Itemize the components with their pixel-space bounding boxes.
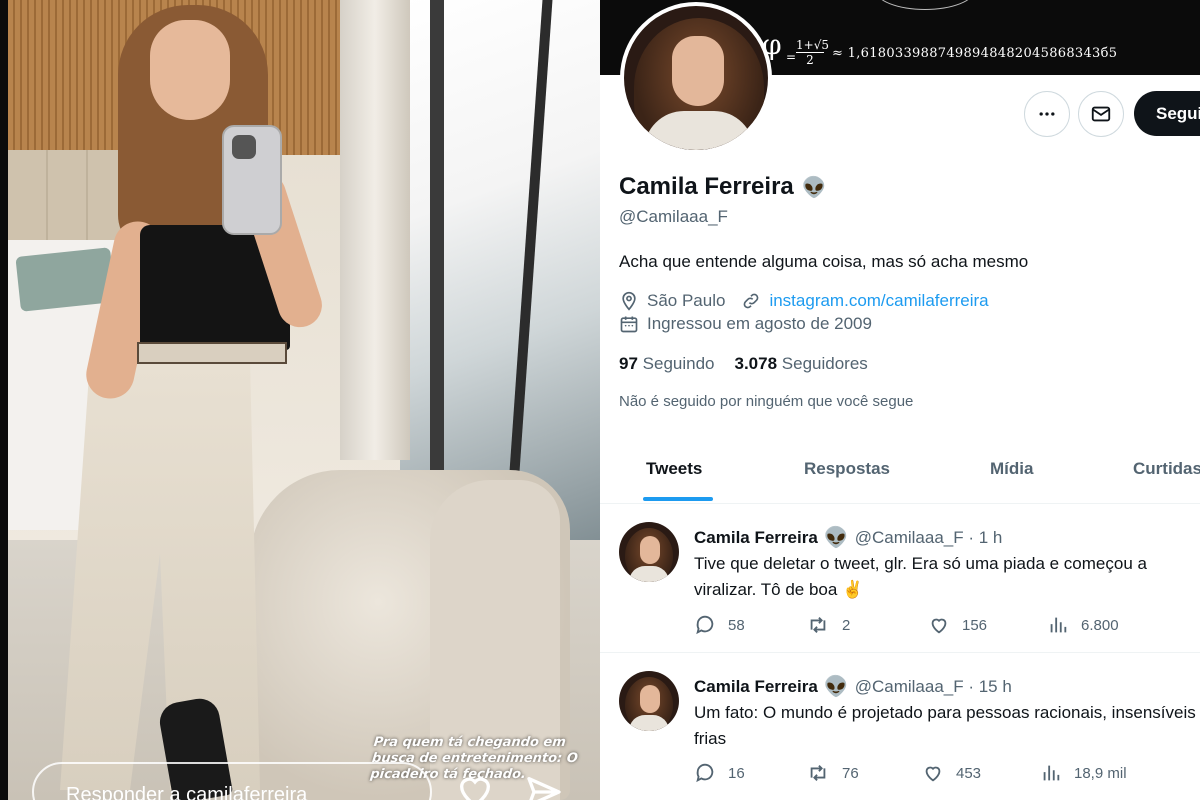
like-count: 156 xyxy=(962,616,988,634)
view-count: 6.800 xyxy=(1081,616,1119,634)
reply-button[interactable]: 16 xyxy=(694,762,806,784)
mail-icon xyxy=(1091,106,1111,122)
profile-meta-row: São Paulo instagram.com/camilaferreira xyxy=(619,291,989,311)
banner-fraction: 1+√5 2 xyxy=(796,38,829,67)
tweet[interactable]: Camila Ferreira 👽 @Camilaaa_F · 15 h Um … xyxy=(600,654,1200,800)
tweet-text: Tive que deletar o tweet, glr. Era só um… xyxy=(694,554,1147,599)
tweet-avatar[interactable] xyxy=(619,522,679,582)
calendar-icon xyxy=(620,316,638,333)
retweet-button[interactable]: 76 xyxy=(806,762,922,784)
tweet-author-name[interactable]: Camila Ferreira xyxy=(694,677,818,697)
tweet-avatar[interactable] xyxy=(619,671,679,731)
followers-label: Seguidores xyxy=(781,354,868,373)
instagram-story: Pra quem tá chegando em busca de entrete… xyxy=(0,0,600,800)
active-tab-indicator xyxy=(643,497,713,501)
banner-denominator: 2 xyxy=(806,53,814,67)
person-face xyxy=(150,20,230,120)
twitter-profile: φ = 1+√5 2 ≈ 1,6180339887498948482045868… xyxy=(600,0,1200,800)
location-icon xyxy=(622,291,636,311)
retweet-count: 2 xyxy=(842,616,851,634)
views-icon xyxy=(1050,617,1067,633)
profile-bio: Acha que entende alguma coisa, mas só ac… xyxy=(619,252,1029,271)
heart-icon xyxy=(931,618,947,634)
tab-media[interactable]: Mídia xyxy=(990,459,1033,479)
heart-icon xyxy=(925,766,941,782)
retweet-button[interactable]: 2 xyxy=(806,614,928,636)
followed-by-note: Não é seguido por ninguém que você segue xyxy=(619,393,914,410)
curtain xyxy=(340,0,410,460)
story-reply-placeholder: Responder a camilaferreira xyxy=(66,784,308,800)
tab-replies[interactable]: Respostas xyxy=(804,459,890,479)
phone-camera xyxy=(232,135,256,159)
avatar-face xyxy=(640,685,660,713)
following-link[interactable]: 97 Seguindo xyxy=(619,354,715,374)
message-button[interactable] xyxy=(1078,91,1124,137)
profile-handle: @Camilaaa_F xyxy=(619,207,728,226)
window-frame xyxy=(430,0,444,470)
like-button[interactable]: 453 xyxy=(922,762,1040,784)
tweet-header: Camila Ferreira 👽 @Camilaaa_F · 15 h xyxy=(694,674,1012,699)
like-count: 453 xyxy=(956,764,982,782)
banner-equals: = xyxy=(786,50,797,64)
display-name: Camila Ferreira 👽 xyxy=(619,173,827,201)
link-icon xyxy=(744,293,759,309)
followers-link[interactable]: 3.078 Seguidores xyxy=(735,354,868,374)
tweet-handle-time: @Camilaaa_F · 15 h xyxy=(854,676,1012,696)
tab-tweets[interactable]: Tweets xyxy=(646,459,702,479)
following-label: Seguindo xyxy=(642,354,715,373)
tweet-actions: 16 76 453 18,9 mil xyxy=(694,762,1127,784)
reply-icon xyxy=(696,615,714,635)
like-button[interactable]: 156 xyxy=(928,614,1047,636)
profile-tabs: Tweets Respostas Mídia Curtidas xyxy=(600,442,1200,504)
profile-joined: Ingressou em agosto de 2009 xyxy=(647,314,872,333)
alien-emoji: 👽 xyxy=(823,527,849,549)
heart-icon[interactable] xyxy=(455,770,495,800)
tweet-text: Um fato: O mundo é projetado para pessoa… xyxy=(694,703,1200,748)
banner-value: ≈ 1,6180339887498948482045868343б5 xyxy=(832,46,1118,61)
banner-numerator: 1+√5 xyxy=(796,38,829,53)
retweet-icon xyxy=(810,765,826,781)
alien-emoji: 👽 xyxy=(823,676,849,698)
alien-emoji: 👽 xyxy=(801,176,827,199)
views-icon xyxy=(1043,765,1060,781)
retweet-count: 76 xyxy=(842,764,859,782)
reply-count: 58 xyxy=(728,616,745,634)
avatar-face xyxy=(672,36,724,106)
profile-website-link[interactable]: instagram.com/camilaferreira xyxy=(769,291,988,311)
retweet-icon xyxy=(810,617,826,633)
view-count: 18,9 mil xyxy=(1074,764,1127,782)
profile-location: São Paulo xyxy=(647,291,726,310)
send-icon[interactable] xyxy=(522,772,566,800)
avatar-face xyxy=(640,536,660,564)
following-count: 97 xyxy=(619,354,638,373)
followers-count: 3.078 xyxy=(734,354,778,373)
reply-count: 16 xyxy=(728,764,745,782)
views-button[interactable]: 6.800 xyxy=(1047,614,1119,636)
tweet-author-name[interactable]: Camila Ferreira xyxy=(694,528,818,548)
follow-button[interactable]: Seguir xyxy=(1134,91,1200,136)
person-belt xyxy=(137,342,287,364)
more-icon xyxy=(1039,112,1055,116)
profile-joined-row: Ingressou em agosto de 2009 xyxy=(619,314,872,334)
story-edge xyxy=(0,0,8,800)
profile-stats: 97 Seguindo 3.078 Seguidores xyxy=(619,354,868,374)
reply-button[interactable]: 58 xyxy=(694,614,806,636)
tab-likes[interactable]: Curtidas xyxy=(1133,459,1200,479)
tweet-header: Camila Ferreira 👽 @Camilaaa_F · 1 h xyxy=(694,525,1002,550)
reply-icon xyxy=(696,763,714,783)
views-button[interactable]: 18,9 mil xyxy=(1040,762,1127,784)
display-name-text: Camila Ferreira xyxy=(619,173,794,200)
tweet-actions: 58 2 156 6.800 xyxy=(694,614,1119,636)
tweet[interactable]: Camila Ferreira 👽 @Camilaaa_F · 1 h Tive… xyxy=(600,505,1200,653)
profile-avatar[interactable] xyxy=(620,2,772,154)
tweet-handle-time: @Camilaaa_F · 1 h xyxy=(854,527,1003,547)
banner-arc xyxy=(875,0,975,10)
more-options-button[interactable] xyxy=(1024,91,1070,137)
